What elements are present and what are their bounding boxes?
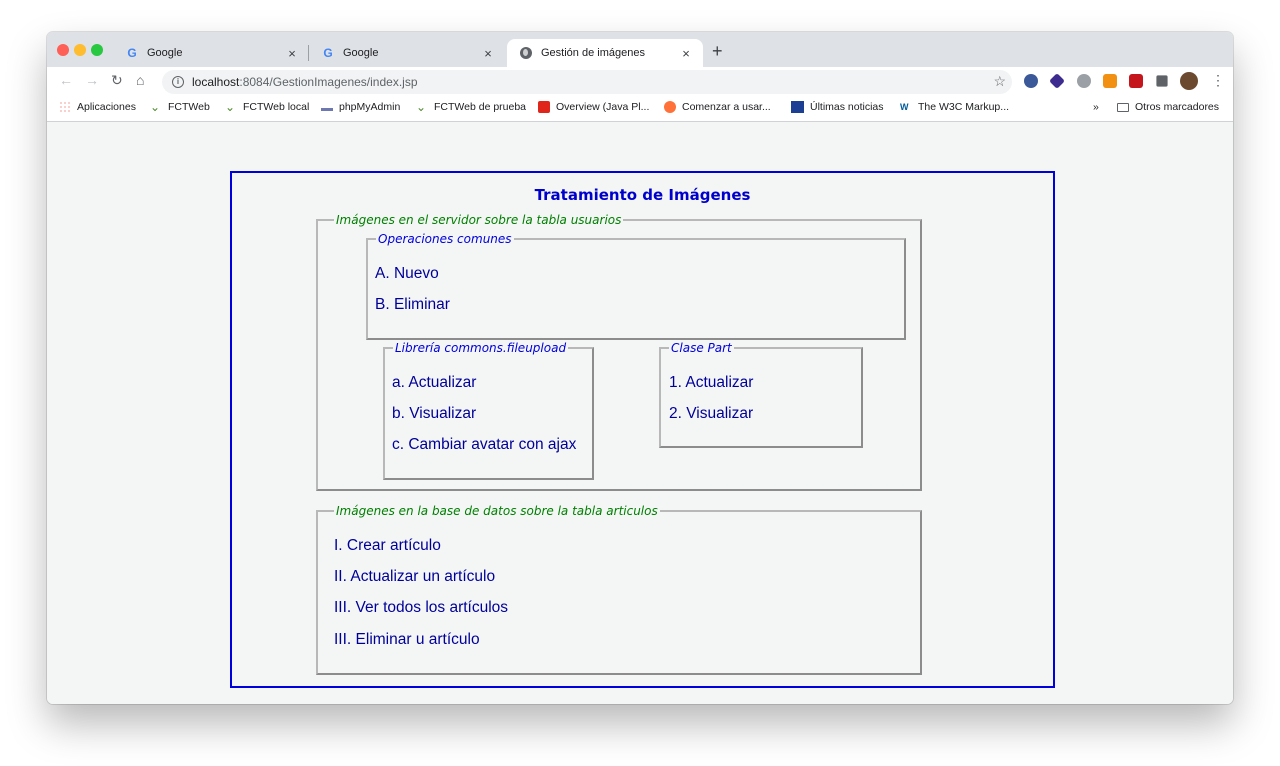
site-info-icon[interactable]: i [172,76,184,88]
url-text: localhost:8084/GestionImagenes/index.jsp [192,75,418,89]
bookmark-star-icon[interactable]: ☆ [993,73,1006,90]
rss-icon[interactable] [1103,74,1117,88]
link-eliminar-articulo[interactable]: III. Eliminar u artículo [334,631,480,649]
extension-badge-icon[interactable] [1049,73,1065,89]
bookmark-fctweb-local[interactable]: ⌄ FCTWeb local [225,101,309,113]
new-tab-button[interactable]: + [712,41,723,62]
fieldset-operaciones-comunes: Operaciones comunes [366,232,906,340]
sprout-icon: ⌄ [225,100,236,114]
puzzle-extensions-icon[interactable] [1156,75,1168,87]
menu-dots-icon[interactable]: ⋮ [1211,72,1225,89]
bookmarks-overflow-button[interactable]: » [1093,101,1099,113]
link-actualizar-fileupload[interactable]: a. Actualizar [392,374,476,392]
browser-window: G Google × G Google × Gestión de imágene… [47,32,1233,704]
tab-strip: G Google × G Google × Gestión de imágene… [47,32,1233,67]
tab-google-1[interactable]: G Google × [113,39,309,67]
fieldset-clase-part: Clase Part [659,341,863,448]
tab-close-button[interactable]: × [283,46,301,61]
address-bar[interactable]: i localhost:8084/GestionImagenes/index.j… [162,70,1012,94]
sprout-icon: ⌄ [150,100,161,114]
phpmyadmin-icon [321,103,333,111]
link-nuevo[interactable]: A. Nuevo [375,265,439,283]
pdf-extension-icon[interactable] [1129,74,1143,88]
link-actualizar-part[interactable]: 1. Actualizar [669,374,753,392]
tab-gestion-imagenes[interactable]: Gestión de imágenes × [507,39,703,67]
legend-clase-part: Clase Part [671,341,732,355]
bookmark-ultimas-noticias[interactable]: Últimas noticias [791,101,884,113]
oracle-icon [538,101,550,113]
bookmark-fctweb[interactable]: ⌄ FCTWeb [150,101,210,113]
link-actualizar-articulo[interactable]: II. Actualizar un artículo [334,568,495,586]
page-title: Tratamiento de Imágenes [534,186,751,204]
minimize-window-button[interactable] [74,44,86,56]
tab-close-button[interactable]: × [677,46,695,61]
fieldset-base-datos: Imágenes en la base de datos sobre la ta… [316,504,922,675]
bookmarks-bar: Aplicaciones ⌄ FCTWeb ⌄ FCTWeb local php… [47,96,1233,122]
sprout-icon: ⌄ [416,100,427,114]
main-container: Tratamiento de Imágenes Imágenes en el s… [230,171,1055,688]
bookmark-otros-marcadores[interactable]: Otros marcadores [1117,101,1219,113]
link-ver-articulos[interactable]: III. Ver todos los artículos [334,599,508,617]
close-window-button[interactable] [57,44,69,56]
bookmark-w3c-markup[interactable]: W The W3C Markup... [900,101,1009,113]
bookmark-fctweb-prueba[interactable]: ⌄ FCTWeb de prueba [416,101,526,113]
link-eliminar[interactable]: B. Eliminar [375,296,450,314]
w3c-icon: W [900,102,909,112]
tab-close-button[interactable]: × [479,46,497,61]
shield-extension-icon[interactable] [1024,74,1038,88]
globe-icon [519,46,533,60]
bookmark-comenzar[interactable]: Comenzar a usar... [664,101,771,113]
link-cambiar-avatar-ajax[interactable]: c. Cambiar avatar con ajax [392,436,576,454]
folder-icon [1117,102,1129,112]
browser-toolbar: ← → ↻ ⌂ i localhost:8084/GestionImagenes… [47,67,1233,96]
back-arrow-icon[interactable]: ← [59,72,73,88]
tab-title: Google [147,47,183,59]
tab-title: Gestión de imágenes [541,47,645,59]
tab-google-2[interactable]: G Google × [309,39,505,67]
forward-arrow-icon[interactable]: → [85,72,99,88]
link-visualizar-part[interactable]: 2. Visualizar [669,405,753,423]
legend-fileupload: Librería commons.fileupload [395,341,567,355]
apps-grid-icon [59,101,71,113]
link-visualizar-fileupload[interactable]: b. Visualizar [392,405,476,423]
bookmark-phpmyadmin[interactable]: phpMyAdmin [321,101,400,113]
bookmark-aplicaciones[interactable]: Aplicaciones [59,101,136,113]
google-icon: G [323,46,333,60]
maximize-window-button[interactable] [91,44,103,56]
firefox-icon [664,101,676,113]
profile-avatar[interactable] [1180,72,1198,90]
reload-icon[interactable]: ↻ [111,72,123,89]
legend-operaciones-comunes: Operaciones comunes [378,232,512,246]
tab-title: Google [343,47,379,59]
bookmark-java-overview[interactable]: Overview (Java Pl... [538,101,649,113]
link-crear-articulo[interactable]: I. Crear artículo [334,537,441,555]
google-icon: G [127,46,137,60]
home-icon[interactable]: ⌂ [136,72,144,88]
legend-base-datos: Imágenes en la base de datos sobre la ta… [336,504,658,518]
news-20-icon [791,101,804,113]
legend-servidor: Imágenes en el servidor sobre la tabla u… [336,213,622,227]
gear-extension-icon[interactable] [1077,74,1091,88]
page-viewport: Tratamiento de Imágenes Imágenes en el s… [47,123,1233,704]
